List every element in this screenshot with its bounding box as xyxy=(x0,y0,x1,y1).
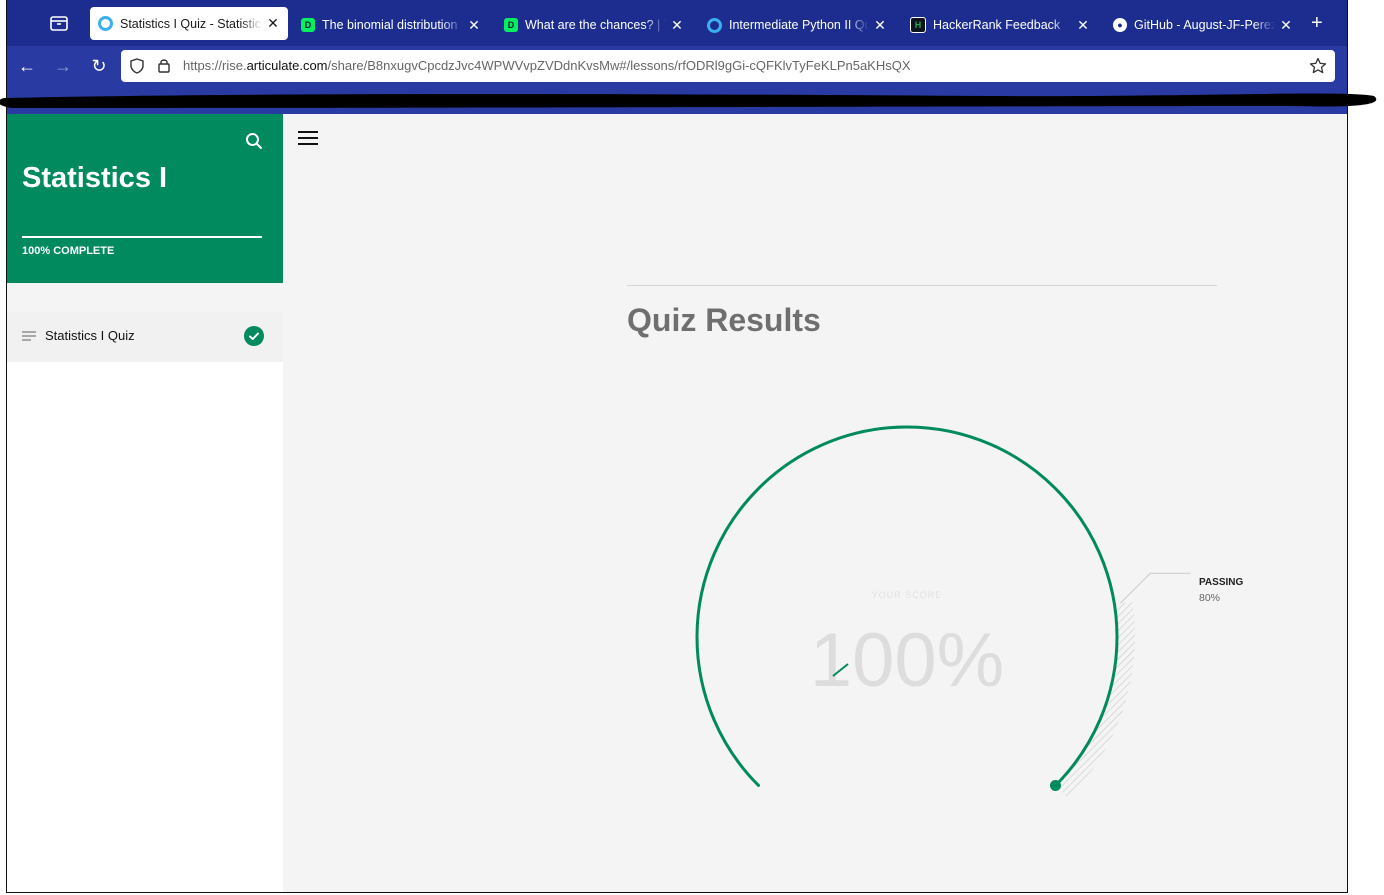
course-header: Statistics I 100% COMPLETE xyxy=(7,114,283,283)
tab-title: The binomial distribution | Th xyxy=(322,18,463,32)
tab-list-icon[interactable] xyxy=(49,13,69,33)
lesson-label: Statistics I Quiz xyxy=(45,328,135,343)
articulate-icon xyxy=(707,17,722,33)
tab-title: HackerRank Feedback xyxy=(933,18,1061,32)
menu-icon[interactable] xyxy=(298,130,318,146)
passing-leader-line xyxy=(1119,572,1191,604)
forward-icon[interactable]: → xyxy=(53,56,73,76)
close-icon[interactable]: ✕ xyxy=(670,17,684,34)
reload-icon[interactable]: ↻ xyxy=(89,56,109,76)
course-title: Statistics I xyxy=(22,162,168,194)
search-icon[interactable] xyxy=(244,131,264,151)
back-icon[interactable]: ← xyxy=(17,56,37,76)
close-icon[interactable]: ✕ xyxy=(266,15,280,32)
url-text[interactable]: https://rise.articulate.com/share/B8nxug… xyxy=(183,58,911,73)
divider xyxy=(627,285,1217,286)
score-end-dot xyxy=(1049,779,1061,791)
articulate-icon xyxy=(98,16,113,31)
redaction-mark xyxy=(0,93,1377,108)
passing-value: 80% xyxy=(1199,592,1220,604)
tab-binomial[interactable]: D The binomial distribution | Th ✕ xyxy=(293,8,489,42)
completed-check-icon xyxy=(244,326,264,346)
shield-icon xyxy=(130,58,144,74)
lesson-lines-icon xyxy=(22,331,36,341)
lock-icon xyxy=(158,59,170,73)
close-icon[interactable]: ✕ xyxy=(467,17,481,34)
tab-python-quiz[interactable]: Intermediate Python II Quiz ✕ xyxy=(699,8,895,42)
bookmark-star-icon[interactable] xyxy=(1309,57,1327,75)
score-value: 100% xyxy=(810,618,1004,703)
progress-text: 100% COMPLETE xyxy=(22,245,115,257)
close-icon[interactable]: ✕ xyxy=(1279,17,1293,34)
nav-bar: ← → ↻ https://rise.articulate.com/share/… xyxy=(7,46,1347,86)
new-tab-icon[interactable]: + xyxy=(1311,13,1323,33)
tab-title: Statistics I Quiz - Statistics I xyxy=(120,16,262,31)
progress-bar xyxy=(22,236,262,238)
lesson-content: Quiz Results YOUR SCORE 100% PASSING 80% xyxy=(283,114,1347,892)
passing-label: PASSING xyxy=(1199,577,1243,588)
hackerrank-icon: H xyxy=(910,17,926,33)
lesson-item[interactable]: Statistics I Quiz xyxy=(7,312,283,362)
tab-chances[interactable]: D What are the chances? | The ✕ xyxy=(496,8,692,42)
page-title: Quiz Results xyxy=(627,302,821,338)
passing-zone xyxy=(1055,601,1135,799)
tab-github[interactable]: ● GitHub - August-JF-Perez/ ✕ xyxy=(1105,8,1301,42)
tab-hackerrank[interactable]: H HackerRank Feedback ✕ xyxy=(902,8,1098,42)
course-sidebar: Statistics I 100% COMPLETE Statistics I … xyxy=(7,114,283,892)
score-label: YOUR SCORE xyxy=(872,590,943,600)
tab-title: What are the chances? | The xyxy=(525,18,666,32)
browser-window: Statistics I Quiz - Statistics I ✕ D The… xyxy=(6,0,1348,893)
datacamp-icon: D xyxy=(504,18,518,32)
tab-title: Intermediate Python II Quiz xyxy=(729,18,869,32)
tab-title: GitHub - August-JF-Perez/ xyxy=(1134,18,1275,32)
github-icon: ● xyxy=(1113,18,1127,32)
close-icon[interactable]: ✕ xyxy=(1076,17,1090,34)
tab-statistics-quiz[interactable]: Statistics I Quiz - Statistics I ✕ xyxy=(90,7,288,40)
datacamp-icon: D xyxy=(301,18,315,32)
score-gauge: YOUR SCORE 100% PASSING 80% xyxy=(695,425,1243,799)
address-bar[interactable]: https://rise.articulate.com/share/B8nxug… xyxy=(121,50,1335,82)
close-icon[interactable]: ✕ xyxy=(873,17,887,34)
tab-bar: Statistics I Quiz - Statistics I ✕ D The… xyxy=(7,0,1347,46)
score-arc xyxy=(695,425,1119,787)
